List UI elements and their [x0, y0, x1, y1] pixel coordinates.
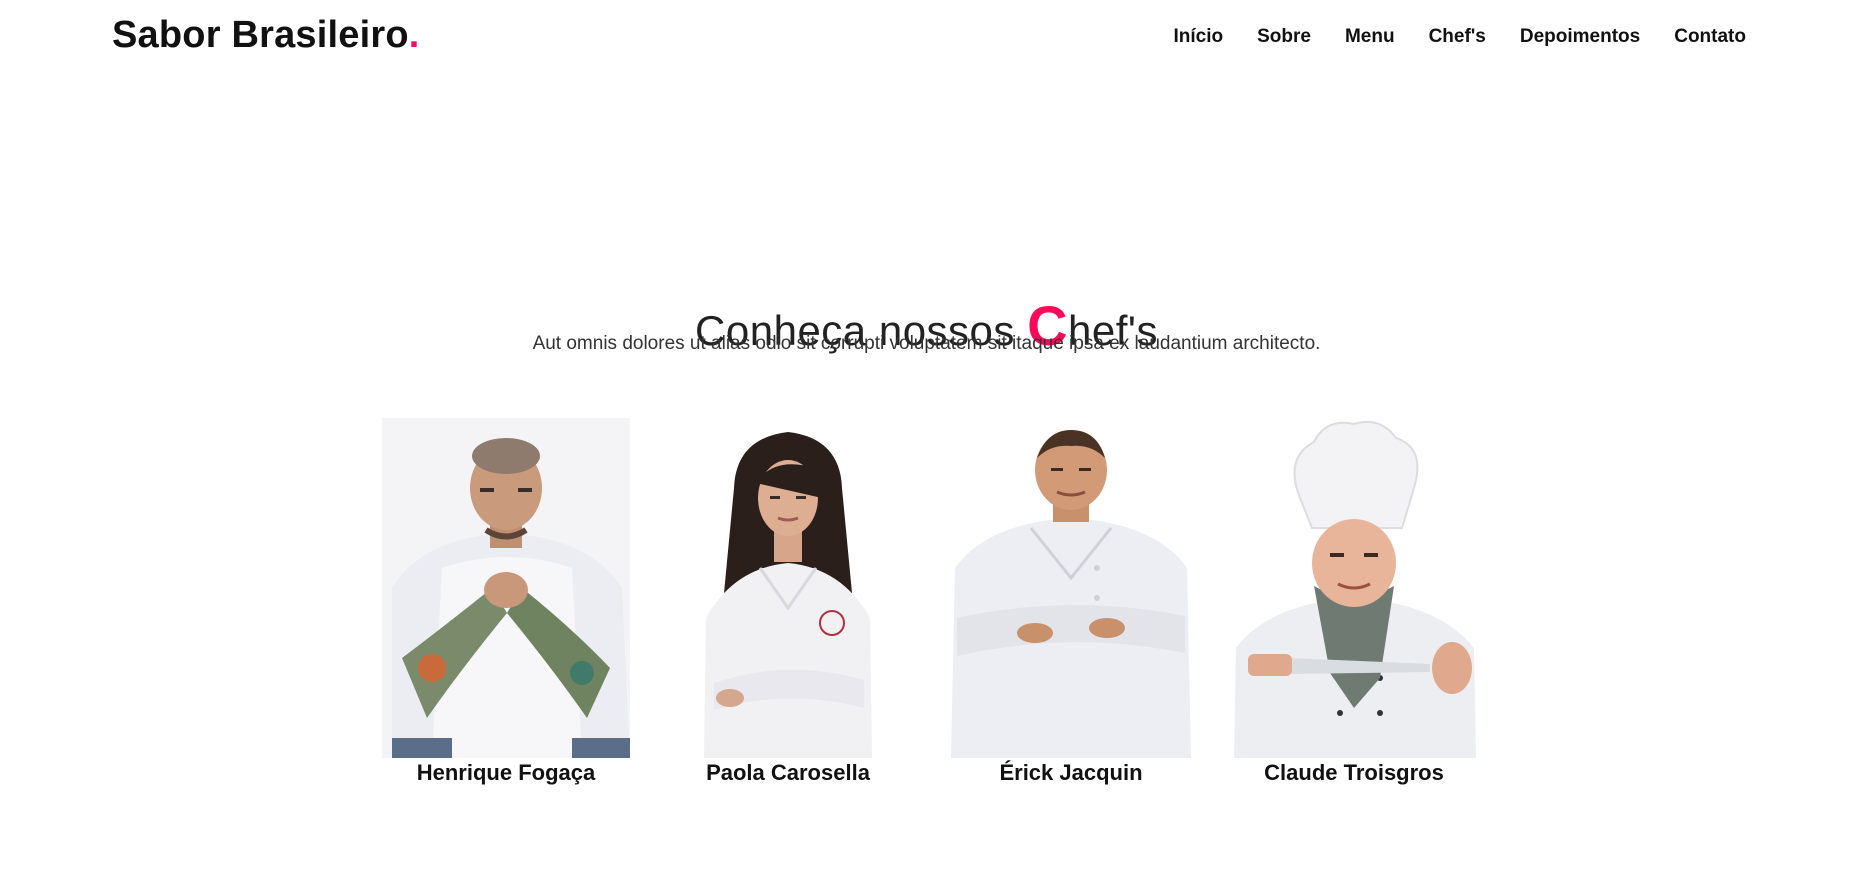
site-header: Sabor Brasileiro. Início Sobre Menu Chef… [0, 0, 1853, 78]
chef-card: Érick Jacquin [947, 418, 1195, 786]
section-subtitle: Aut omnis dolores ut alias odio sit corr… [532, 333, 1321, 354]
nav-item-sobre[interactable]: Sobre [1257, 26, 1311, 48]
nav-item-depoimentos[interactable]: Depoimentos [1520, 26, 1640, 48]
nav-item-menu[interactable]: Menu [1345, 26, 1395, 48]
chef-name: Érick Jacquin [999, 760, 1143, 785]
brand-dot: . [408, 14, 420, 56]
chef-photo-claude [1230, 418, 1478, 758]
chefs-grid: Henrique Fogaça Paola Carosella Érick Ja… [382, 418, 1482, 798]
nav-item-chefs[interactable]: Chef's [1429, 26, 1486, 48]
brand-name: Sabor Brasileiro [112, 14, 409, 56]
chef-photo-erick [947, 418, 1195, 758]
chef-photo-henrique [382, 418, 630, 758]
chef-name: Paola Carosella [706, 760, 870, 785]
brand-logo[interactable]: Sabor Brasileiro. [112, 14, 420, 57]
chef-name: Claude Troisgros [1264, 760, 1444, 785]
chef-card: Henrique Fogaça [382, 418, 630, 786]
chef-card: Claude Troisgros [1230, 418, 1478, 786]
chef-name: Henrique Fogaça [416, 760, 596, 785]
nav-item-inicio[interactable]: Início [1173, 26, 1223, 48]
chef-photo-paola [664, 418, 912, 758]
chef-card: Paola Carosella [664, 418, 912, 786]
main-nav: Início Sobre Menu Chef's Depoimentos Con… [1139, 26, 1746, 48]
nav-item-contato[interactable]: Contato [1674, 26, 1746, 48]
